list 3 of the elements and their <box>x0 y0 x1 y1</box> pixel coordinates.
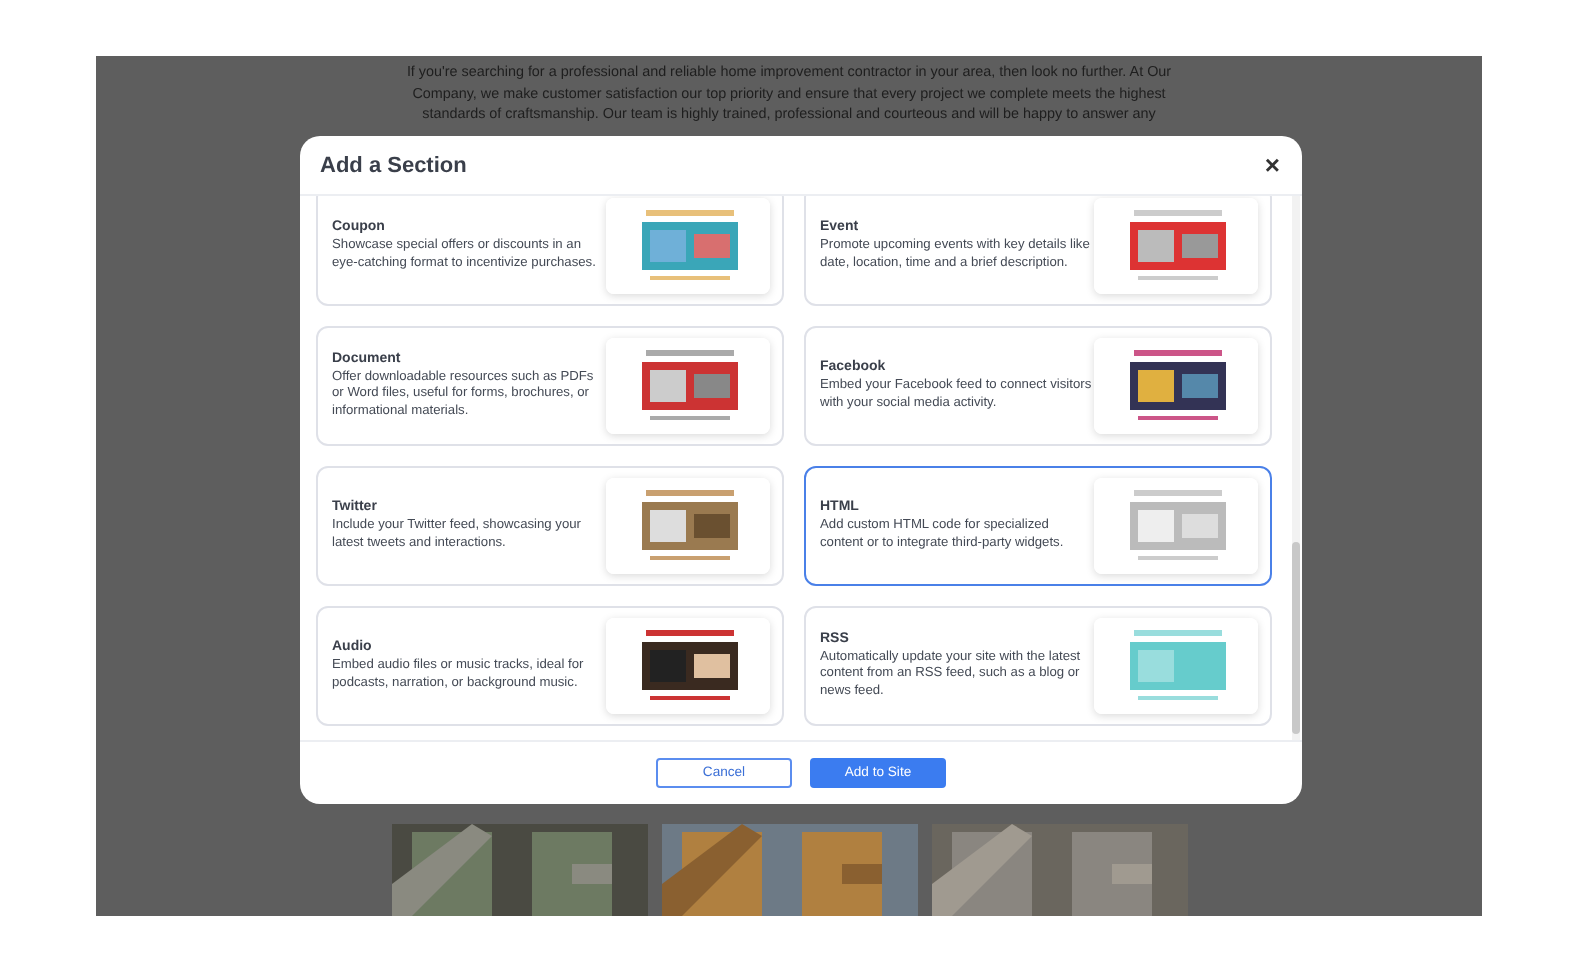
scrollbar[interactable] <box>1292 196 1300 740</box>
dialog-title: Add a Section <box>320 153 467 177</box>
close-button[interactable]: × <box>1260 152 1284 178</box>
